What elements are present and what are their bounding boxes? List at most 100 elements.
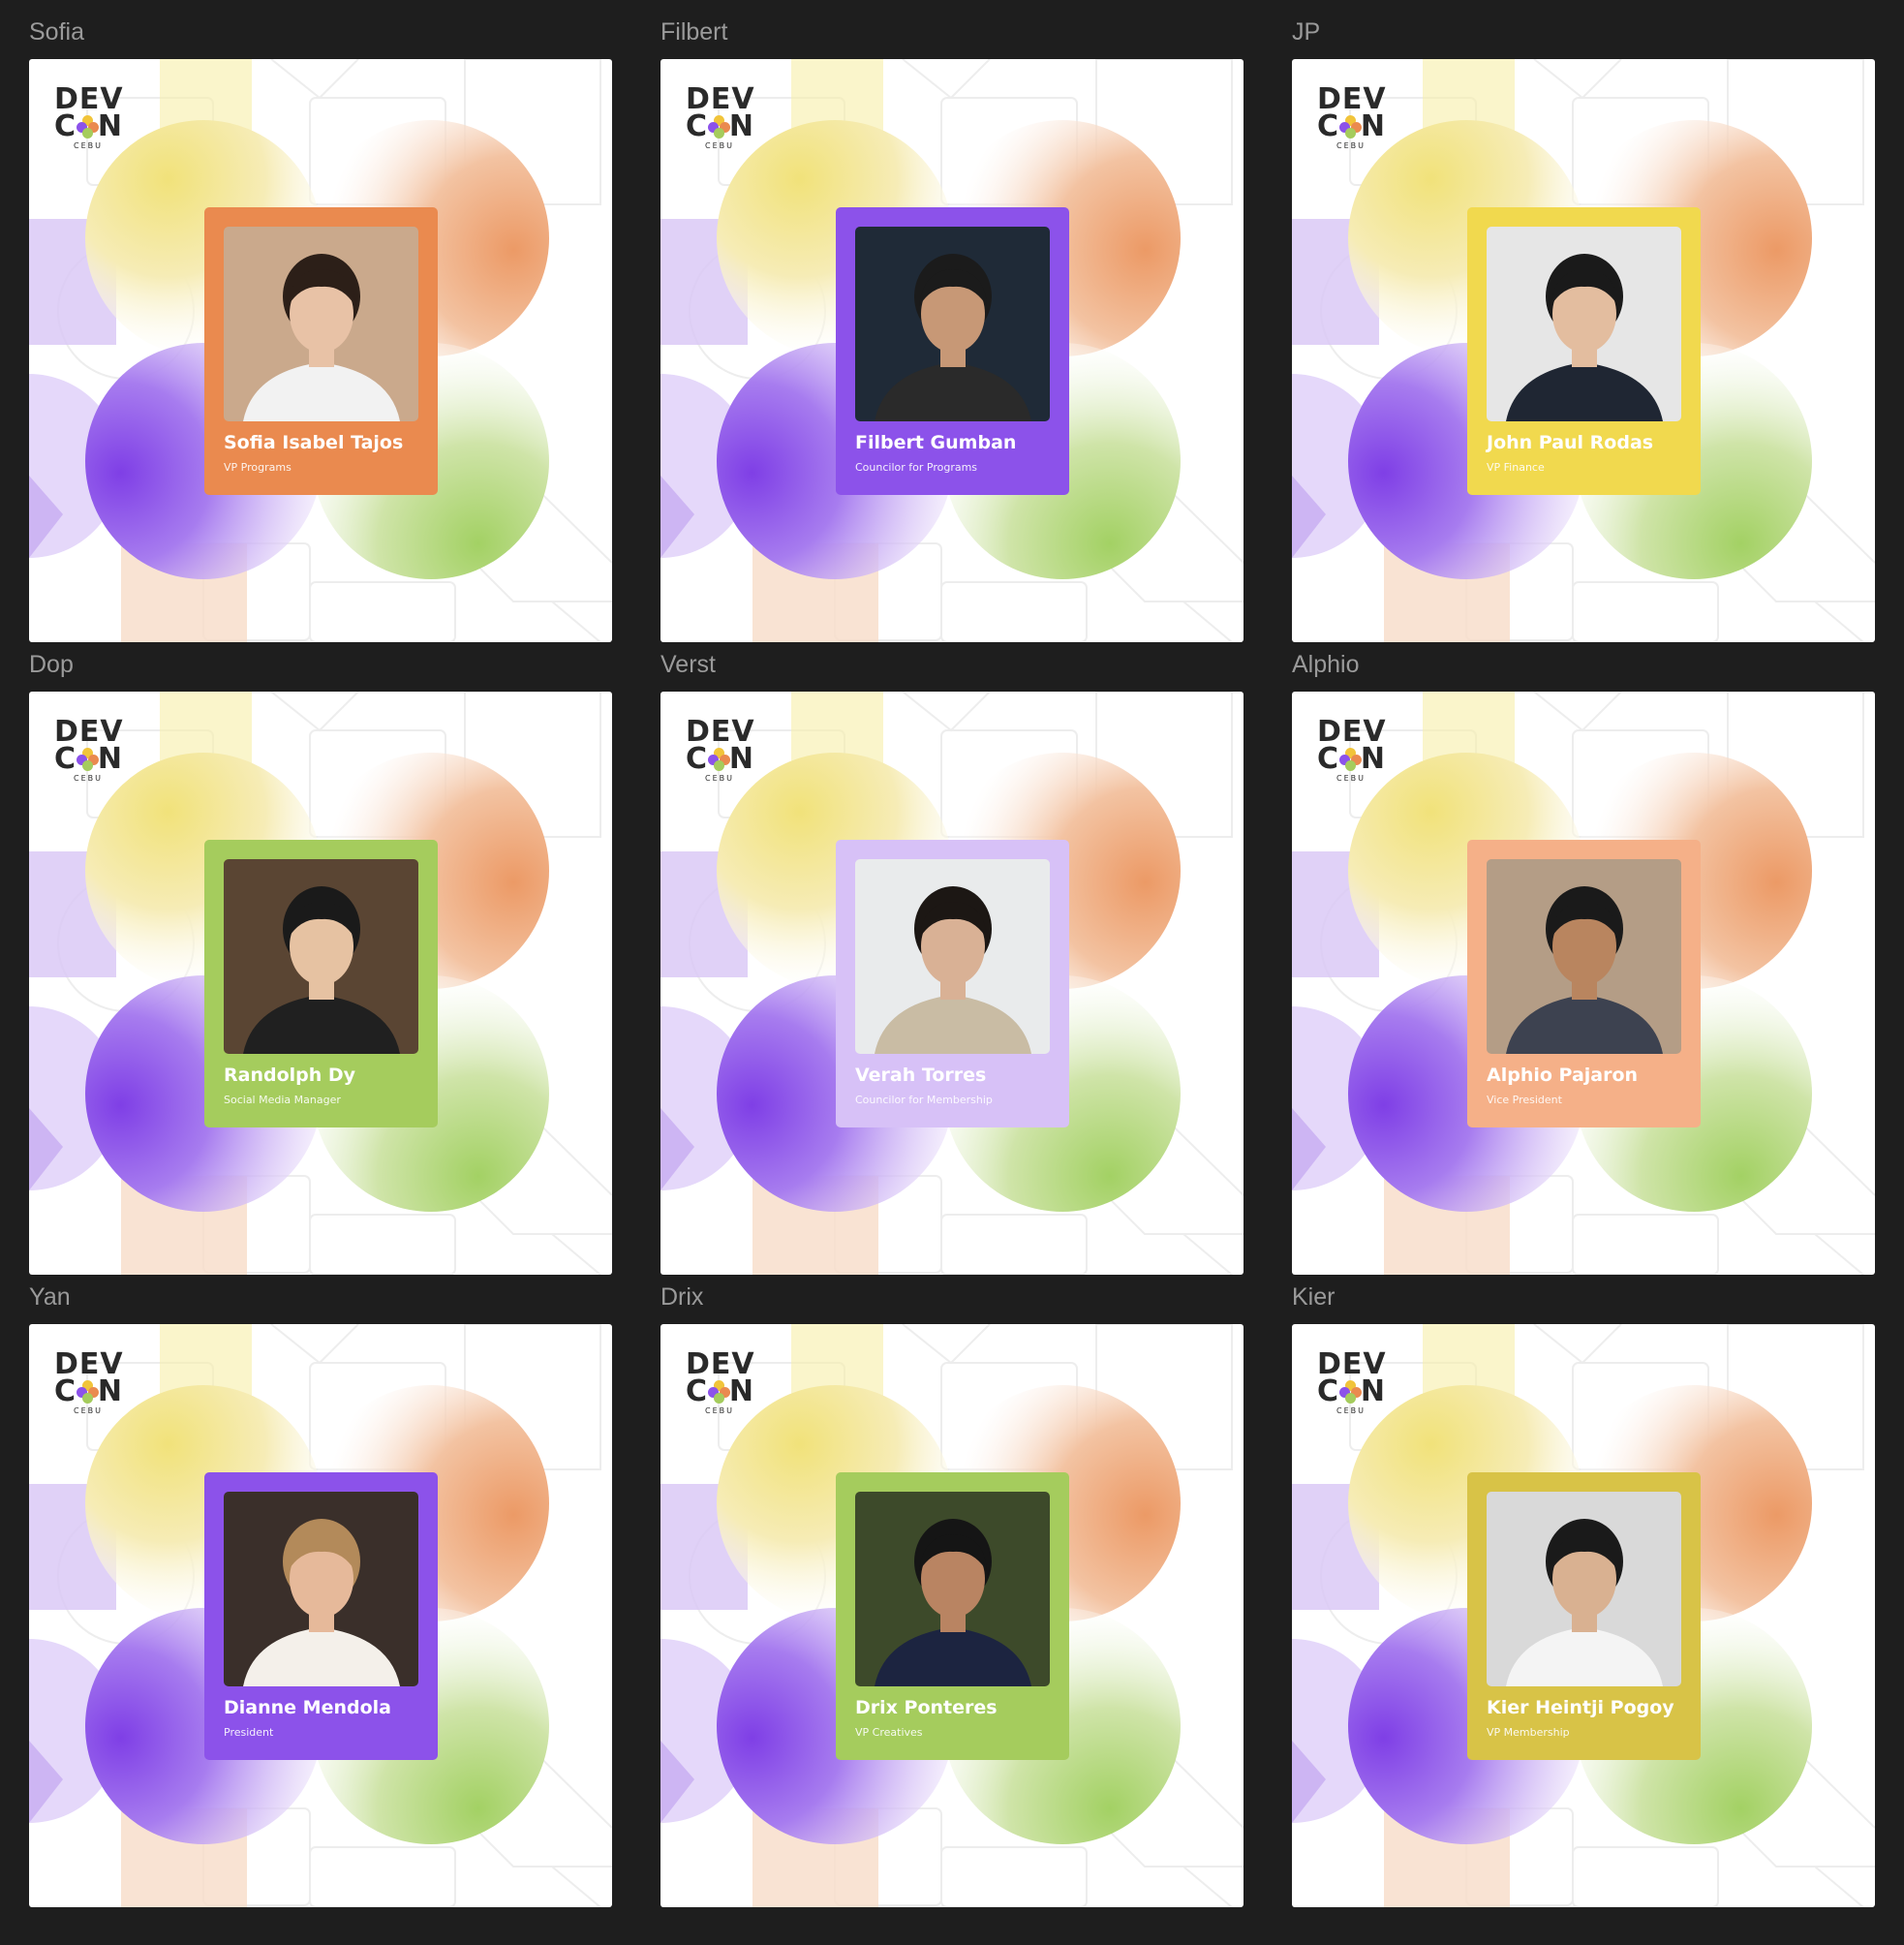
profile-card: Drix Ponteres VP Creatives <box>836 1472 1069 1760</box>
person-role: VP Membership <box>1487 1726 1570 1739</box>
devcon-cebu-logo: DEV C N CEBU <box>686 1350 754 1416</box>
person-name: Drix Ponteres <box>855 1697 998 1718</box>
logo-text-n: N <box>728 1374 753 1408</box>
graphic-canvas[interactable]: DEV C N CEBU <box>29 692 612 1275</box>
logo-text-c: C <box>686 109 708 143</box>
logo-con-row: C N <box>1317 742 1385 776</box>
profile-photo <box>224 227 418 421</box>
frame-jp[interactable]: JP DEV C N CEBU John Paul Rodas VP Finan… <box>1292 18 1875 642</box>
frame-label[interactable]: Filbert <box>660 13 727 51</box>
logo-text-c: C <box>686 742 708 776</box>
devcon-cebu-logo: DEV C N CEBU <box>1317 1350 1386 1416</box>
person-portrait-icon <box>855 227 1050 421</box>
logo-dots-icon <box>1339 115 1363 139</box>
frame-label[interactable]: Alphio <box>1292 645 1360 684</box>
frame-label[interactable]: JP <box>1292 13 1320 51</box>
profile-card: Dianne Mendola President <box>204 1472 438 1760</box>
person-portrait-icon <box>855 1492 1050 1686</box>
logo-text-c: C <box>54 109 77 143</box>
frame-dop[interactable]: Dop DEV C N CEBU Randolph Dy Social Medi… <box>29 651 612 1275</box>
logo-text-c: C <box>54 742 77 776</box>
logo-text-c: C <box>1317 1374 1339 1408</box>
frame-yan[interactable]: Yan DEV C N CEBU Dianne Mendola Presiden… <box>29 1283 612 1907</box>
person-role: Vice President <box>1487 1094 1562 1106</box>
logo-text-c: C <box>54 1374 77 1408</box>
profile-photo <box>224 1492 418 1686</box>
person-name: Verah Torres <box>855 1065 987 1086</box>
person-portrait-icon <box>224 227 418 421</box>
person-portrait-icon <box>1487 227 1681 421</box>
devcon-cebu-logo: DEV C N CEBU <box>54 1350 123 1416</box>
person-name: Randolph Dy <box>224 1065 356 1086</box>
devcon-cebu-logo: DEV C N CEBU <box>686 85 754 151</box>
profile-card: Sofia Isabel Tajos VP Programs <box>204 207 438 495</box>
person-role: VP Creatives <box>855 1726 923 1739</box>
logo-text-n: N <box>97 742 122 776</box>
graphic-canvas[interactable]: DEV C N CEBU <box>660 59 1244 642</box>
person-name: Filbert Gumban <box>855 432 1017 453</box>
logo-text-n: N <box>97 109 122 143</box>
frame-drix[interactable]: Drix DEV C N CEBU Drix Ponteres VP Creat… <box>660 1283 1244 1907</box>
logo-text-n: N <box>728 109 753 143</box>
frame-filbert[interactable]: Filbert DEV C N CEBU Filbert Gumban Coun… <box>660 18 1244 642</box>
person-portrait-icon <box>1487 1492 1681 1686</box>
logo-con-row: C N <box>1317 109 1385 143</box>
person-portrait-icon <box>224 859 418 1054</box>
frame-label[interactable]: Kier <box>1292 1278 1335 1316</box>
logo-text-n: N <box>728 742 753 776</box>
logo-text-c: C <box>1317 109 1339 143</box>
person-name: Alphio Pajaron <box>1487 1065 1639 1086</box>
person-name: Sofia Isabel Tajos <box>224 432 404 453</box>
logo-con-row: C N <box>686 109 753 143</box>
logo-dots-icon <box>708 1380 731 1404</box>
profile-card: Kier Heintji Pogoy VP Membership <box>1467 1472 1701 1760</box>
logo-con-row: C N <box>54 109 122 143</box>
logo-text-n: N <box>1360 109 1385 143</box>
logo-text-n: N <box>1360 742 1385 776</box>
profile-photo <box>1487 227 1681 421</box>
person-role: VP Programs <box>224 461 292 474</box>
frame-alphio[interactable]: Alphio DEV C N CEBU Alphio Pajaron Vice … <box>1292 651 1875 1275</box>
logo-dots-icon <box>708 115 731 139</box>
frame-label[interactable]: Yan <box>29 1278 71 1316</box>
person-name: Kier Heintji Pogoy <box>1487 1697 1674 1718</box>
logo-con-row: C N <box>1317 1374 1385 1408</box>
logo-con-row: C N <box>54 742 122 776</box>
person-portrait-icon <box>224 1492 418 1686</box>
profile-photo <box>855 859 1050 1054</box>
frame-label[interactable]: Drix <box>660 1278 703 1316</box>
graphic-canvas[interactable]: DEV C N CEBU <box>1292 1324 1875 1907</box>
person-role: Councilor for Programs <box>855 461 978 474</box>
person-portrait-icon <box>855 859 1050 1054</box>
frame-sofia[interactable]: Sofia DEV C N CEBU Sofia Isabel Tajos VP… <box>29 18 612 642</box>
frame-verst[interactable]: Verst DEV C N CEBU Verah Torres Councilo… <box>660 651 1244 1275</box>
graphic-canvas[interactable]: DEV C N CEBU <box>1292 59 1875 642</box>
logo-dots-icon <box>77 115 100 139</box>
person-role: VP Finance <box>1487 461 1545 474</box>
profile-card: Verah Torres Councilor for Membership <box>836 840 1069 1127</box>
logo-dots-icon <box>1339 748 1363 771</box>
graphic-canvas[interactable]: DEV C N CEBU <box>1292 692 1875 1275</box>
graphic-canvas[interactable]: DEV C N CEBU <box>660 1324 1244 1907</box>
person-role: Social Media Manager <box>224 1094 341 1106</box>
profile-photo <box>855 227 1050 421</box>
frame-label[interactable]: Verst <box>660 645 716 684</box>
frame-label[interactable]: Dop <box>29 645 74 684</box>
logo-text-c: C <box>686 1374 708 1408</box>
profile-card: John Paul Rodas VP Finance <box>1467 207 1701 495</box>
logo-con-row: C N <box>686 1374 753 1408</box>
profile-photo <box>1487 859 1681 1054</box>
logo-dots-icon <box>1339 1380 1363 1404</box>
person-portrait-icon <box>1487 859 1681 1054</box>
frame-label[interactable]: Sofia <box>29 13 84 51</box>
profile-card: Filbert Gumban Councilor for Programs <box>836 207 1069 495</box>
devcon-cebu-logo: DEV C N CEBU <box>1317 718 1386 784</box>
logo-dots-icon <box>77 748 100 771</box>
graphic-canvas[interactable]: DEV C N CEBU <box>660 692 1244 1275</box>
graphic-canvas[interactable]: DEV C N CEBU <box>29 59 612 642</box>
frame-kier[interactable]: Kier DEV C N CEBU Kier Heintji Pogoy VP … <box>1292 1283 1875 1907</box>
logo-text-n: N <box>1360 1374 1385 1408</box>
graphic-canvas[interactable]: DEV C N CEBU <box>29 1324 612 1907</box>
profile-photo <box>855 1492 1050 1686</box>
profile-photo <box>1487 1492 1681 1686</box>
